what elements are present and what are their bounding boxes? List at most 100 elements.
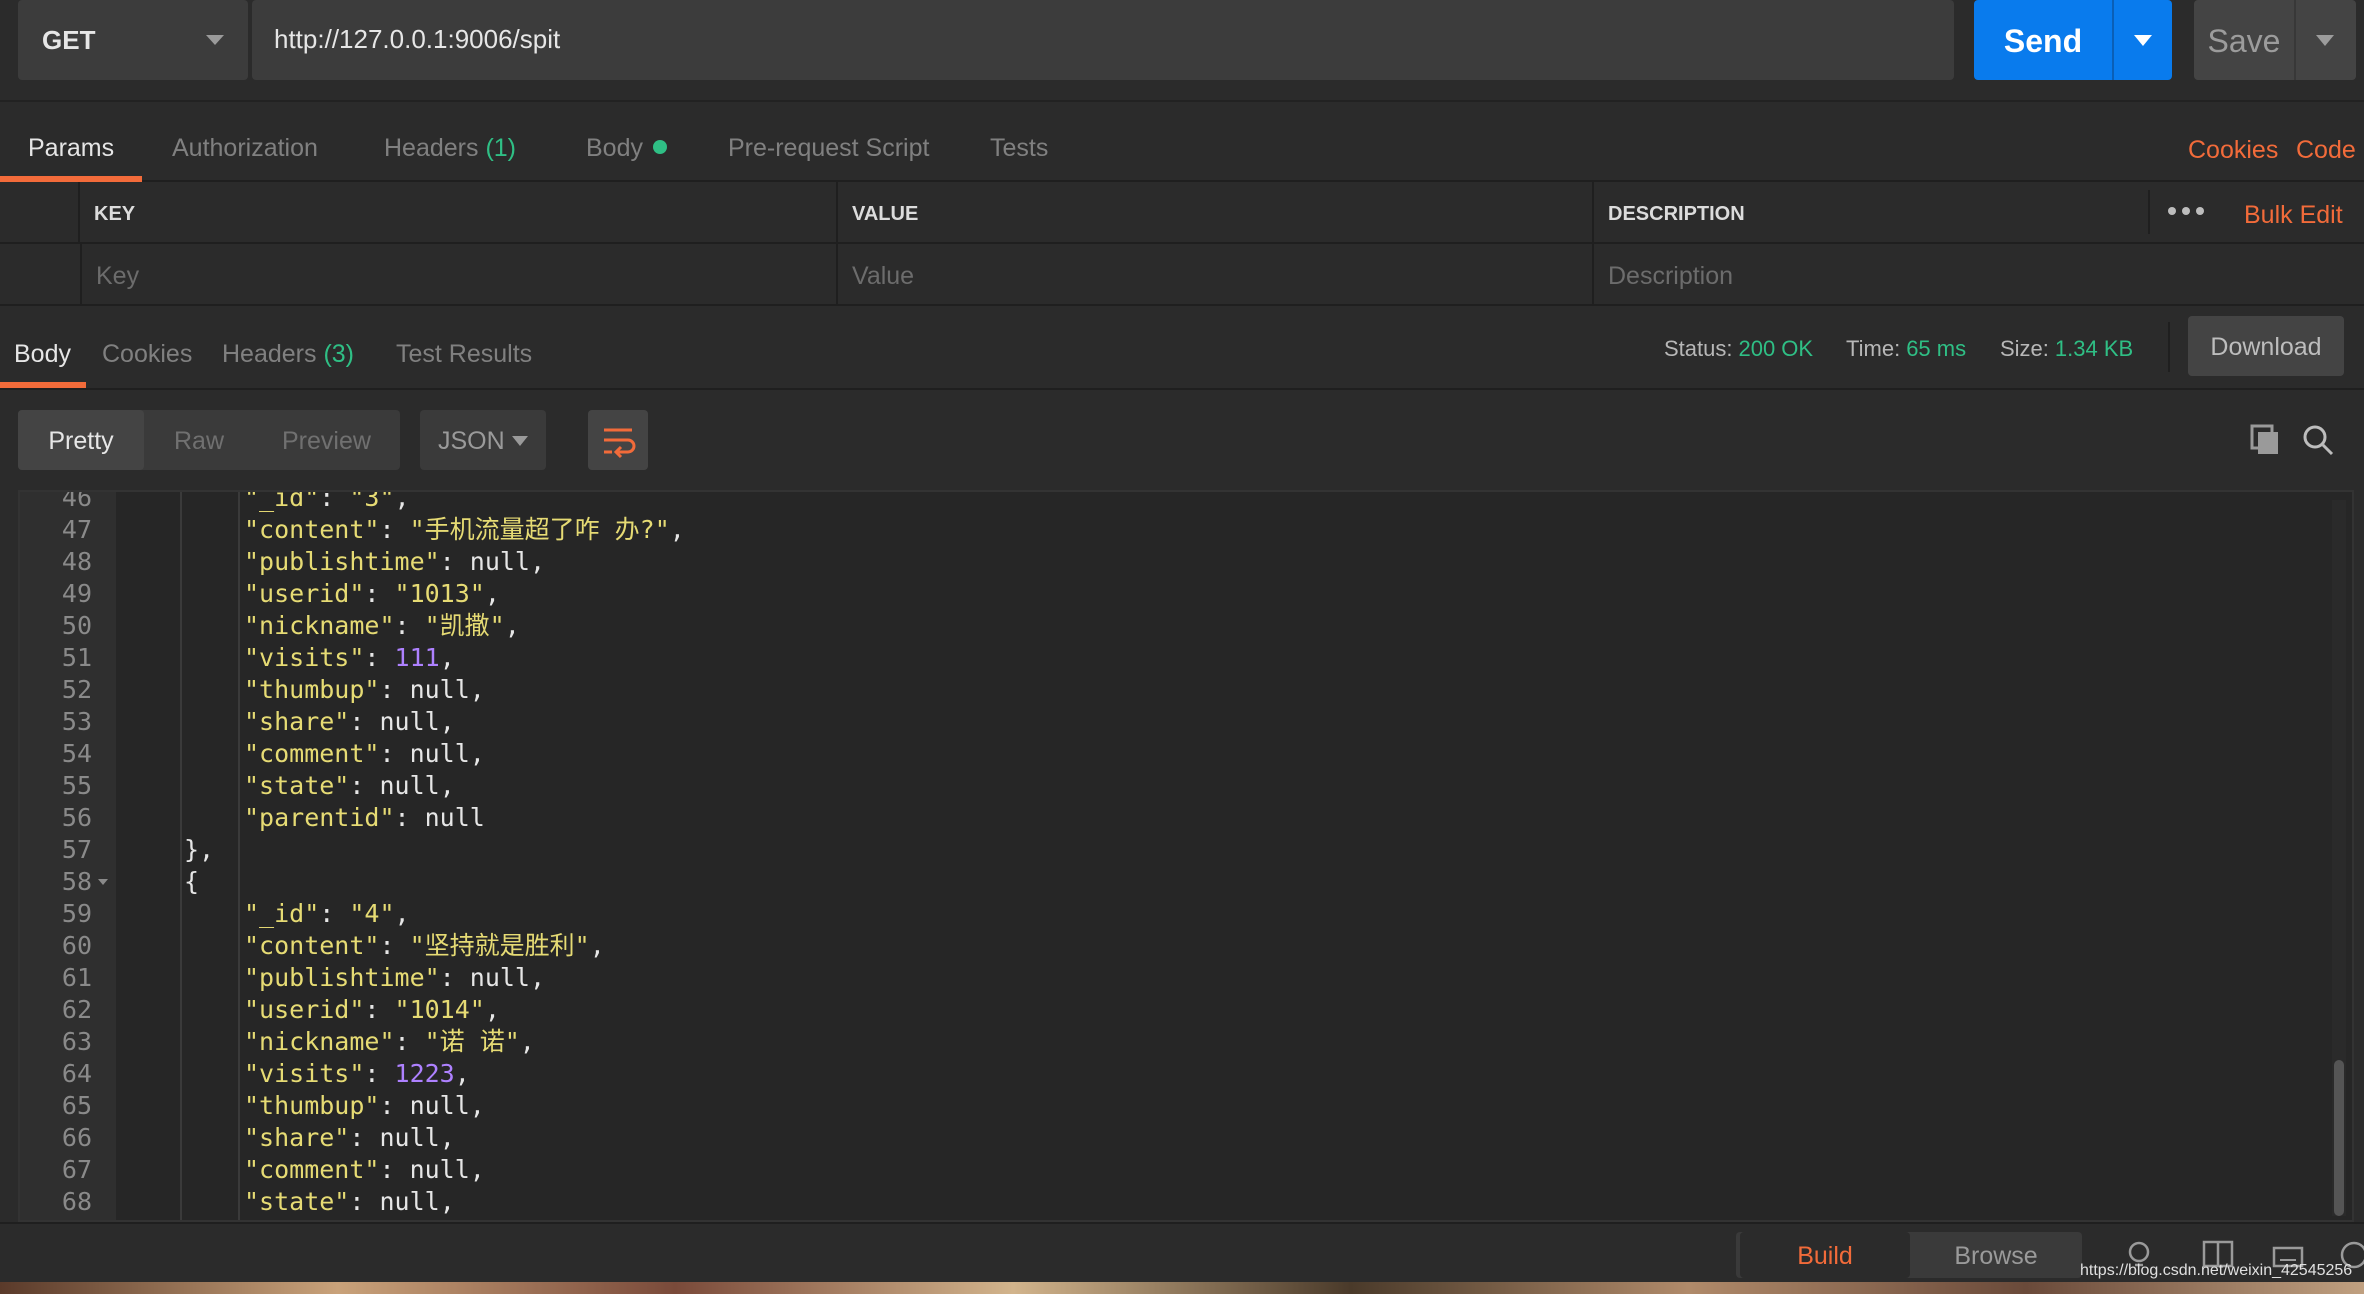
code-text: "state": null, xyxy=(244,1187,455,1216)
line-number: 61 xyxy=(61,963,92,992)
more-options-icon[interactable] xyxy=(2168,199,2204,223)
code-text: "visits": 111, xyxy=(244,643,455,672)
tab-response-headers[interactable]: Headers (3) xyxy=(222,306,354,386)
code-lines: 46 "_id": "3", 47 "content": "手机流量超了咋 办?", 4… xyxy=(20,490,2352,1218)
code-punctuation: }, xyxy=(184,835,215,864)
tab-body[interactable]: Body xyxy=(586,102,667,182)
browse-mode-button[interactable]: Browse xyxy=(1914,1232,2078,1278)
column-header-description: DESCRIPTION xyxy=(1592,182,2152,242)
json-key: "share" xyxy=(244,707,350,736)
line-number: 51 xyxy=(61,643,92,672)
key-input[interactable]: Key xyxy=(80,244,836,304)
save-button[interactable]: Save xyxy=(2194,0,2294,80)
code-line: 65 "thumbup": null, xyxy=(20,1090,2352,1122)
json-value: 111 xyxy=(394,643,440,672)
view-preview-button[interactable]: Preview xyxy=(282,410,371,470)
params-header-row: KEY VALUE DESCRIPTION Bulk Edit xyxy=(0,182,2364,244)
tab-response-headers-label: Headers xyxy=(222,340,317,368)
column-header-value: VALUE xyxy=(836,182,1592,242)
json-key: "comment" xyxy=(244,1155,380,1184)
code-line: 56 "parentid": null xyxy=(20,802,2352,834)
send-options-chevron-icon[interactable] xyxy=(2134,35,2152,46)
send-button[interactable]: Send xyxy=(1974,0,2112,80)
code-line: 62 "userid": "1014", xyxy=(20,994,2352,1026)
status-readout: Status: 200 OK xyxy=(1664,306,1813,390)
json-key: "nickname" xyxy=(244,1027,395,1056)
line-number: 54 xyxy=(61,739,92,768)
cookies-link[interactable]: Cookies xyxy=(2188,102,2278,182)
tab-params[interactable]: Params xyxy=(28,102,114,182)
view-pretty-button[interactable]: Pretty xyxy=(18,410,144,470)
tab-body-label: Body xyxy=(586,134,643,162)
tab-tests[interactable]: Tests xyxy=(990,102,1048,182)
json-value: null xyxy=(409,1155,470,1184)
copy-icon[interactable] xyxy=(2250,424,2280,456)
json-value: "手机流量超了咋 办?" xyxy=(409,515,670,544)
code-text: "comment": null, xyxy=(244,739,485,768)
tab-response-cookies[interactable]: Cookies xyxy=(102,306,192,386)
code-text: "visits": 1223, xyxy=(244,1059,470,1088)
code-line: 60 "content": "坚持就是胜利", xyxy=(20,930,2352,962)
chevron-down-icon xyxy=(512,436,528,446)
request-tabs: Params Authorization Headers (1) Body Pr… xyxy=(0,100,2364,182)
code-link[interactable]: Code xyxy=(2296,102,2356,182)
json-key: "publishtime" xyxy=(244,547,440,576)
code-text: "thumbup": null, xyxy=(244,1091,485,1120)
search-icon[interactable] xyxy=(2302,424,2334,456)
fold-toggle-icon[interactable] xyxy=(98,879,108,885)
code-text: "userid": "1014", xyxy=(244,995,500,1024)
code-line: 64 "visits": 1223, xyxy=(20,1058,2352,1090)
code-text: "publishtime": null, xyxy=(244,547,546,576)
build-mode-button[interactable]: Build xyxy=(1740,1232,1910,1278)
meta-divider xyxy=(2168,322,2170,372)
save-divider xyxy=(2294,0,2296,80)
tab-test-results[interactable]: Test Results xyxy=(396,306,532,386)
line-number: 68 xyxy=(61,1187,92,1216)
response-body-viewer[interactable]: 46 "_id": "3", 47 "content": "手机流量超了咋 办?", 4… xyxy=(18,490,2354,1222)
line-number: 53 xyxy=(61,707,92,736)
description-input[interactable]: Description xyxy=(1592,244,2364,304)
tab-response-body[interactable]: Body xyxy=(14,306,71,386)
code-text: { xyxy=(184,866,199,898)
vertical-scrollbar[interactable] xyxy=(2332,500,2346,1216)
json-value: "3" xyxy=(349,490,395,512)
json-value: null xyxy=(379,1187,440,1216)
json-key: "thumbup" xyxy=(244,1091,380,1120)
code-text: "parentid": null xyxy=(244,803,485,832)
params-check-column xyxy=(0,182,78,242)
json-key: "content" xyxy=(244,931,380,960)
code-punctuation: { xyxy=(184,867,200,896)
tab-headers[interactable]: Headers (1) xyxy=(384,102,516,182)
response-toolbar: Pretty Raw Preview JSON xyxy=(0,390,2364,490)
code-text: "nickname": "诺 诺", xyxy=(244,1027,535,1056)
params-table: KEY VALUE DESCRIPTION Bulk Edit Key Valu… xyxy=(0,182,2364,306)
view-raw-button[interactable]: Raw xyxy=(174,410,224,470)
json-key: "userid" xyxy=(244,579,365,608)
code-line: 66 "share": null, xyxy=(20,1122,2352,1154)
tab-prerequest-script[interactable]: Pre-request Script xyxy=(728,102,929,182)
wrap-lines-button[interactable] xyxy=(588,410,648,470)
download-button[interactable]: Download xyxy=(2188,316,2344,376)
json-key: "state" xyxy=(244,1187,350,1216)
json-key: "thumbup" xyxy=(244,675,380,704)
size-value: 1.34 KB xyxy=(2054,336,2134,361)
scrollbar-thumb[interactable] xyxy=(2334,1060,2344,1216)
json-value: 1223 xyxy=(394,1059,455,1088)
format-select[interactable]: JSON xyxy=(420,410,546,470)
view-mode-toggle: Pretty Raw Preview xyxy=(18,410,400,470)
json-key: "_id" xyxy=(244,490,320,512)
line-number: 47 xyxy=(61,515,92,544)
line-number: 63 xyxy=(61,1027,92,1056)
save-button-group: Save xyxy=(2194,0,2356,80)
url-input[interactable]: http://127.0.0.1:9006/spit xyxy=(252,0,1954,80)
tab-authorization[interactable]: Authorization xyxy=(172,102,318,182)
save-options-chevron-icon[interactable] xyxy=(2316,35,2334,46)
line-number: 48 xyxy=(61,547,92,576)
code-line: 59 "_id": "4", xyxy=(20,898,2352,930)
method-select[interactable]: GET xyxy=(18,0,248,80)
line-number: 62 xyxy=(61,995,92,1024)
bulk-edit-link[interactable]: Bulk Edit xyxy=(2244,182,2343,242)
value-input[interactable]: Value xyxy=(836,244,1592,304)
json-value: null xyxy=(409,739,470,768)
desktop-wallpaper-strip xyxy=(0,1282,2364,1294)
